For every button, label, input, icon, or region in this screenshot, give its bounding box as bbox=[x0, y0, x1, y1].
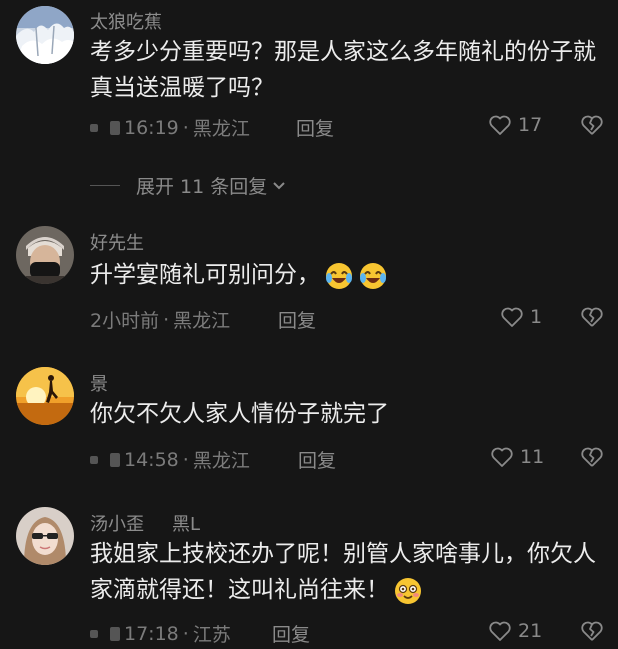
comment-meta: 16:19 · 黑龙江 bbox=[90, 114, 250, 141]
reply-button[interactable]: 回复 bbox=[296, 114, 334, 141]
comment-author[interactable]: 好先生 bbox=[90, 229, 144, 255]
reply-button[interactable]: 回复 bbox=[272, 620, 310, 647]
redacted-mark bbox=[90, 629, 98, 638]
reply-button[interactable]: 回复 bbox=[298, 446, 336, 473]
comment-time: 16:19 bbox=[124, 116, 179, 139]
redacted-mark bbox=[90, 123, 98, 132]
author-tag: 黑L bbox=[172, 514, 201, 535]
heart-outline-icon bbox=[501, 307, 523, 327]
heart-outline-icon bbox=[489, 115, 511, 135]
like-count: 1 bbox=[530, 306, 543, 328]
comment-meta: 17:18 · 江苏 bbox=[90, 620, 231, 647]
comment-author[interactable]: 太狼吃蕉 bbox=[90, 8, 162, 34]
separator: · bbox=[163, 308, 170, 331]
comment-author[interactable]: 汤小歪 黑L bbox=[90, 510, 200, 536]
comment-author-name: 汤小歪 bbox=[90, 514, 144, 535]
comment-meta: 14:58 · 黑龙江 bbox=[90, 446, 250, 473]
comment-text-body: 我姐家上技校还办了呢！别管人家啥事儿，你欠人家滴就得还！这叫礼尚往来！ bbox=[90, 541, 596, 603]
comment-author[interactable]: 景 bbox=[90, 370, 108, 396]
broken-heart-icon bbox=[581, 307, 603, 327]
broken-heart-icon bbox=[581, 447, 603, 467]
comment-time: 14:58 bbox=[124, 448, 179, 471]
like-button[interactable]: 21 bbox=[488, 620, 542, 642]
reply-button[interactable]: 回复 bbox=[278, 306, 316, 333]
dislike-button[interactable] bbox=[580, 306, 604, 332]
separator: · bbox=[182, 448, 189, 471]
heart-outline-icon bbox=[489, 621, 511, 641]
redacted-mark bbox=[110, 452, 120, 467]
comment-location: 黑龙江 bbox=[192, 118, 250, 140]
redacted-mark bbox=[110, 626, 120, 641]
divider bbox=[90, 185, 120, 186]
laughing-tears-emoji bbox=[360, 262, 386, 289]
redacted-mark bbox=[90, 455, 98, 464]
broken-heart-icon bbox=[581, 621, 603, 641]
like-count: 17 bbox=[518, 114, 543, 136]
comment-time: 17:18 bbox=[124, 622, 179, 645]
separator: · bbox=[182, 116, 189, 139]
like-count: 11 bbox=[520, 446, 545, 468]
avatar[interactable] bbox=[16, 367, 74, 425]
dislike-button[interactable] bbox=[580, 620, 604, 646]
dislike-button[interactable] bbox=[580, 446, 604, 472]
laughing-tears-emoji bbox=[326, 262, 352, 289]
expand-replies-label: 展开 11 条回复 bbox=[136, 176, 268, 198]
heart-outline-icon bbox=[491, 447, 513, 467]
chevron-down-icon bbox=[273, 181, 285, 189]
comment-text: 我姐家上技校还办了呢！别管人家啥事儿，你欠人家滴就得还！这叫礼尚往来！ bbox=[90, 536, 600, 608]
comment-text: 你欠不欠人家人情份子就完了 bbox=[90, 401, 389, 427]
broken-heart-icon bbox=[581, 115, 603, 135]
comment-location: 黑龙江 bbox=[192, 450, 250, 472]
expand-replies-button[interactable]: 展开 11 条回复 bbox=[90, 172, 288, 199]
avatar[interactable] bbox=[16, 6, 74, 64]
comment-text: 升学宴随礼可别问分， bbox=[90, 257, 600, 293]
like-button[interactable]: 1 bbox=[500, 306, 542, 328]
dislike-button[interactable] bbox=[580, 114, 604, 140]
comment-text: 考多少分重要吗？那是人家这么多年随礼的份子就真当送温暖了吗？ bbox=[90, 39, 596, 101]
redacted-mark bbox=[110, 120, 120, 135]
like-button[interactable]: 17 bbox=[488, 114, 542, 136]
avatar[interactable] bbox=[16, 226, 74, 284]
blushing-smile-emoji bbox=[395, 577, 421, 604]
comment-text-body: 升学宴随礼可别问分， bbox=[90, 262, 320, 288]
like-count: 21 bbox=[518, 620, 543, 642]
comment-location: 江苏 bbox=[192, 624, 231, 646]
separator: · bbox=[182, 622, 189, 645]
avatar[interactable] bbox=[16, 507, 74, 565]
like-button[interactable]: 11 bbox=[490, 446, 544, 468]
comment-time: 2小时前 bbox=[90, 310, 160, 332]
comment-meta: 2小时前 · 黑龙江 bbox=[90, 306, 230, 333]
comment-location: 黑龙江 bbox=[173, 310, 231, 332]
